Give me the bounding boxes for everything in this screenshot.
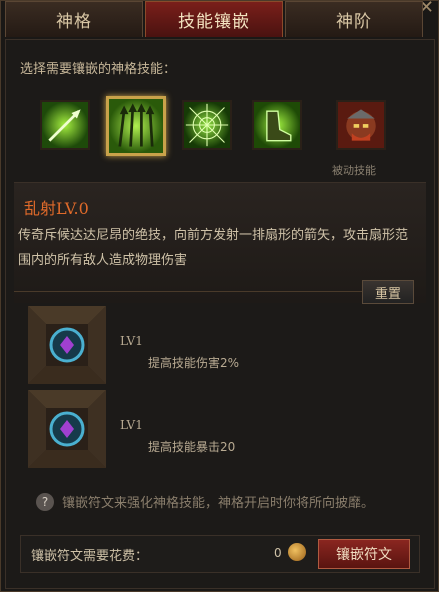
cost-label: 镶嵌符文需要花费： [31,549,149,564]
multi-arrow-icon [109,99,163,153]
tab-skill-embed[interactable]: 技能镶嵌 [145,1,283,37]
boot-icon [254,102,300,148]
warrior-icon [338,102,384,148]
cost-value: 0 [274,546,282,560]
tab-bar: 神格 技能镶嵌 神阶 [5,1,425,37]
content-area: 选择需要镶嵌的神格技能： 被动技能 乱射LV.0 传奇斥候达达尼昂的绝技，向前方… [5,39,435,589]
rune-bonus: 提高技能暴击20 [148,440,236,454]
hint-text: 镶嵌符文来强化神格技能，神格开启时你将所向披靡。 [62,496,375,511]
hint-row: ? 镶嵌符文来强化神格技能，神格开启时你将所向披靡。 [36,492,374,511]
skill-name: 乱射LV.0 [24,199,89,218]
reset-button[interactable]: 重置 [362,280,414,304]
rune-level: LV1 [120,418,143,432]
rune-bonus: 提高技能伤害2% [148,356,240,370]
tab-shenge[interactable]: 神格 [5,1,143,37]
skill-list: 被动技能 [30,94,410,177]
coin-icon [288,543,306,561]
rune-slot[interactable] [28,306,106,384]
web-icon [184,102,230,148]
cost-footer: 镶嵌符文需要花费： 0 镶嵌符文 [20,535,420,573]
divider [14,291,364,292]
skill-embed-panel: ✕ 神格 技能镶嵌 神阶 选择需要镶嵌的神格技能： 被动技能 乱射LV.0 传奇… [0,0,439,592]
tab-shenjie[interactable]: 神阶 [285,1,423,37]
skill-web[interactable] [182,100,232,150]
skill-arrow[interactable] [40,100,90,150]
help-icon: ? [36,492,54,511]
passive-skill-label: 被动技能 [332,164,376,177]
rune-gem-icon [28,390,106,468]
skill-boot[interactable] [252,100,302,150]
select-skill-prompt: 选择需要镶嵌的神格技能： [20,62,177,77]
embed-rune-button[interactable]: 镶嵌符文 [318,539,410,569]
skill-multi-arrow[interactable] [106,96,166,156]
rune-slot-row: LV1 提高技能暴击20 [28,390,408,470]
rune-slot[interactable] [28,390,106,468]
rune-level: LV1 [120,334,143,348]
rune-slot-row: LV1 提高技能伤害2% [28,306,408,386]
rune-gem-icon [28,306,106,384]
arrow-icon [42,102,88,148]
skill-description: 传奇斥候达达尼昂的绝技，向前方发射一排扇形的箭矢，攻击扇形范围内的所有敌人造成物… [18,228,409,268]
skill-warrior[interactable] [336,100,386,150]
